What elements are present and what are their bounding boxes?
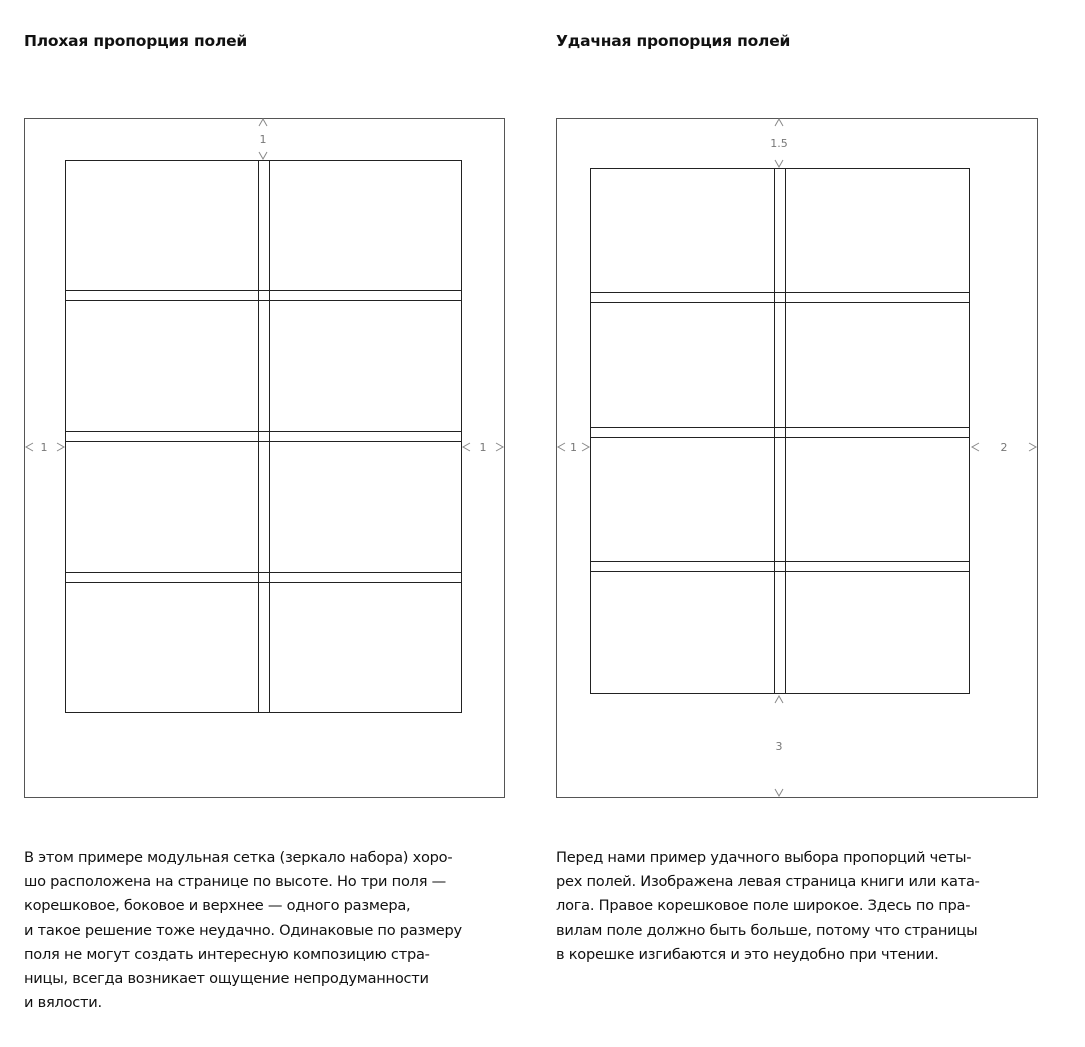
left-left-margin-left-marker bbox=[24, 442, 34, 452]
left-left-margin-label: 1 bbox=[41, 441, 48, 454]
left-right-margin-right-marker bbox=[495, 442, 505, 452]
caption-line: корешковое, боковое и верхнее — одного р… bbox=[24, 897, 411, 915]
right-right-margin-left-marker bbox=[970, 442, 980, 452]
right-page-outline bbox=[556, 118, 1038, 798]
left-top-margin-up-marker bbox=[258, 117, 268, 127]
caption-line: Перед нами пример удачного выбора пропор… bbox=[556, 849, 972, 866]
left-grid-frame bbox=[65, 160, 462, 713]
left-left-margin-right-marker bbox=[56, 442, 66, 452]
left-page-outline bbox=[24, 118, 505, 798]
right-top-margin-down-marker bbox=[774, 159, 784, 169]
caption-line: лога. Правое корешковое поле широкое. Зд… bbox=[556, 897, 971, 915]
right-top-margin-label: 1.5 bbox=[770, 137, 788, 150]
caption-line: В этом примере модульная сетка (зеркало … bbox=[24, 849, 453, 866]
right-bottom-margin-down-marker bbox=[774, 788, 784, 798]
left-right-margin-label: 1 bbox=[480, 441, 487, 454]
right-caption: Перед нами пример удачного выбора пропор… bbox=[556, 846, 1056, 967]
right-left-margin-left-marker bbox=[556, 442, 566, 452]
right-grid-frame bbox=[590, 168, 970, 694]
caption-line: ницы, всегда возникает ощущение непродум… bbox=[24, 970, 429, 988]
caption-line: и вялости. bbox=[24, 994, 102, 1012]
right-left-margin-right-marker bbox=[581, 442, 591, 452]
right-bottom-margin-up-marker bbox=[774, 694, 784, 704]
caption-line: и такое решение тоже неудачно. Одинаковы… bbox=[24, 921, 462, 939]
caption-line: в корешке изгибаются и это неудобно при … bbox=[556, 945, 939, 963]
left-top-margin-down-marker bbox=[258, 151, 268, 161]
left-page-diagram: 1 1 1 bbox=[24, 117, 505, 798]
right-right-margin-right-marker bbox=[1028, 442, 1038, 452]
caption-line: рех полей. Изображена левая страница кни… bbox=[556, 873, 980, 891]
caption-line: поля не могут создать интересную компози… bbox=[24, 945, 430, 963]
caption-line: вилам поле должно быть больше, потому чт… bbox=[556, 921, 978, 939]
caption-line: шо расположена на странице по высоте. Но… bbox=[24, 873, 446, 891]
right-right-margin-label: 2 bbox=[1001, 441, 1008, 454]
right-module-grid bbox=[590, 168, 970, 694]
left-right-margin-left-marker bbox=[461, 442, 471, 452]
left-caption: В этом примере модульная сетка (зеркало … bbox=[24, 846, 524, 1015]
left-module-grid bbox=[65, 160, 462, 713]
right-top-margin-up-marker bbox=[774, 117, 784, 127]
right-bottom-margin-label: 3 bbox=[776, 740, 783, 753]
left-top-margin-label: 1 bbox=[260, 133, 267, 146]
right-left-margin-label: 1 bbox=[570, 441, 577, 454]
right-page-diagram: 1.5 1 2 3 bbox=[556, 117, 1038, 798]
